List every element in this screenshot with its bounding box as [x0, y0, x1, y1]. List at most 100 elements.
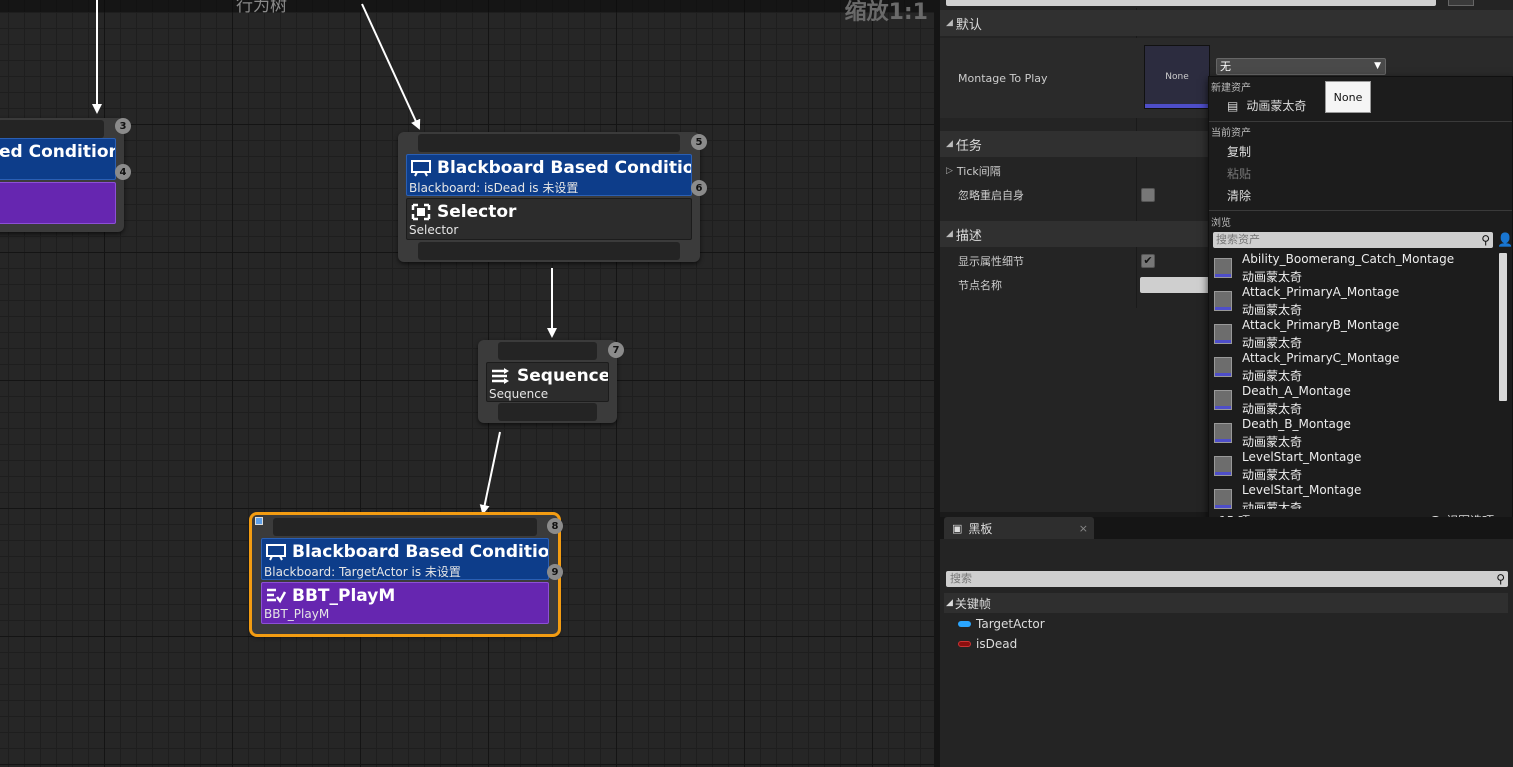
asset-picker-combo[interactable]: 无 ▼	[1216, 58, 1386, 75]
input-pin[interactable]	[0, 120, 104, 138]
user-filter-icon[interactable]: 👤	[1497, 233, 1513, 248]
list-item[interactable]: Death_A_Montage 动画蒙太奇	[1209, 383, 1499, 416]
node-wires	[92, 0, 557, 515]
section-label: 描述	[955, 228, 982, 244]
composite-subtitle: Sequence	[489, 387, 549, 401]
behavior-tree-graph[interactable]: 行为树 缩放1:1 ed Condition 3 4 Blackboard Ba…	[0, 0, 934, 767]
output-pin[interactable]	[418, 242, 680, 260]
key-name: isDead	[976, 637, 1018, 651]
execution-order-badge: 6	[691, 180, 707, 196]
montage-thumbnail-icon	[1214, 456, 1232, 476]
composite-title: Selector	[437, 202, 517, 222]
montage-thumbnail-icon	[1214, 423, 1232, 443]
playm-task-node[interactable]: Blackboard Based Condition Blackboard: T…	[249, 512, 561, 637]
decorator-block[interactable]: ed Condition	[0, 138, 116, 180]
list-item[interactable]: LevelStart_Montage 动画蒙太奇	[1209, 449, 1499, 482]
blackboard-search-input[interactable]: 搜索 ⚲	[946, 571, 1508, 587]
task-subtitle: BBT_PlayM	[264, 607, 330, 621]
montage-thumbnail-icon	[1214, 390, 1232, 410]
execution-order-badge: 4	[115, 164, 131, 180]
new-anim-montage-item[interactable]: ▤ 动画蒙太奇	[1227, 97, 1306, 114]
tab-blackboard[interactable]: ▣ 黑板 ×	[944, 517, 1094, 539]
tab-label: 黑板	[968, 521, 993, 536]
thumbnail-label: None	[1165, 72, 1189, 82]
decorator-subtitle: Blackboard: isDead is 未设置	[409, 181, 579, 195]
asset-search-input[interactable]: 搜索资产 ⚲	[1213, 232, 1493, 248]
composite-block[interactable]: Sequence Sequence	[486, 362, 609, 402]
list-item[interactable]: Attack_PrimaryB_Montage 动画蒙太奇	[1209, 317, 1499, 350]
sequence-node[interactable]: Sequence Sequence	[478, 340, 617, 423]
asset-type: 动画蒙太奇	[1242, 369, 1303, 383]
decorator-title: ed Condition	[0, 142, 116, 162]
property-label: 忽略重启自身	[958, 189, 1024, 202]
combo-value: 无	[1220, 60, 1231, 73]
asset-type: 动画蒙太奇	[1242, 303, 1303, 317]
blackboard-key-targetactor[interactable]: TargetActor	[958, 617, 1045, 631]
input-pin[interactable]	[498, 342, 597, 360]
task-icon	[266, 587, 286, 605]
decorator-subtitle: Blackboard: TargetActor is 未设置	[264, 565, 461, 579]
section-label: 默认	[955, 17, 982, 33]
ignore-restart-self-checkbox[interactable]	[1141, 188, 1155, 202]
composite-block[interactable]: Selector Selector	[406, 198, 692, 240]
output-pin[interactable]	[498, 403, 597, 421]
details-panel: ◢ 默认 Montage To Play None 无 ▼ ◢ 任务 ▷ Tic…	[940, 0, 1513, 536]
close-icon[interactable]: ×	[1079, 522, 1088, 535]
breakpoint-icon[interactable]	[255, 517, 263, 525]
show-property-details-checkbox[interactable]: ✔	[1141, 254, 1155, 268]
details-search-input[interactable]	[946, 0, 1436, 6]
new-asset-header: 新建资产	[1211, 83, 1251, 94]
collapse-triangle-icon: ◢	[946, 18, 953, 28]
wire-to-selector-node	[361, 3, 421, 130]
task-block[interactable]	[0, 182, 116, 224]
asset-type: 动画蒙太奇	[1242, 435, 1303, 449]
execution-order-badge: 3	[115, 118, 131, 134]
node-name-input[interactable]	[1140, 277, 1210, 293]
selector-node[interactable]: Blackboard Based Condition Blackboard: i…	[398, 132, 700, 262]
left-partial-node[interactable]: ed Condition	[0, 118, 124, 232]
asset-type: 动画蒙太奇	[1242, 468, 1303, 482]
list-item[interactable]: Ability_Boomerang_Catch_Montage 动画蒙太奇	[1209, 251, 1499, 284]
expand-triangle-icon[interactable]: ▷	[946, 166, 953, 176]
execution-order-badge: 9	[547, 564, 563, 580]
search-placeholder: 搜索资产	[1216, 233, 1260, 246]
clear-menu-item[interactable]: 清除	[1227, 187, 1251, 204]
list-item[interactable]: Attack_PrimaryA_Montage 动画蒙太奇	[1209, 284, 1499, 317]
behavior-tree-editor: 行为树 缩放1:1 ed Condition 3 4 Blackboard Ba…	[0, 0, 1513, 767]
composite-subtitle: Selector	[409, 223, 459, 237]
blackboard-icon: ▣	[952, 521, 963, 535]
asset-list-scrollbar[interactable]	[1499, 253, 1507, 401]
asset-thumbnail[interactable]: None	[1144, 45, 1210, 109]
decorator-block[interactable]: Blackboard Based Condition Blackboard: i…	[406, 154, 692, 196]
section-default[interactable]: ◢ 默认	[940, 10, 1513, 36]
collapse-triangle-icon: ◢	[946, 139, 953, 149]
property-label: 显示属性细节	[958, 255, 1024, 268]
wire-sequence-to-playm	[479, 431, 501, 515]
list-item[interactable]: Attack_PrimaryC_Montage 动画蒙太奇	[1209, 350, 1499, 383]
browse-header: 浏览	[1211, 218, 1231, 229]
paste-menu-item[interactable]: 粘贴	[1227, 165, 1251, 182]
decorator-block[interactable]: Blackboard Based Condition Blackboard: T…	[261, 538, 549, 580]
asset-name: LevelStart_Montage	[1242, 450, 1362, 464]
category-label: 关键帧	[954, 596, 991, 611]
copy-menu-item[interactable]: 复制	[1227, 143, 1251, 160]
decorator-title: Blackboard Based Condition	[292, 542, 549, 562]
montage-thumbnail-icon	[1214, 357, 1232, 377]
input-pin[interactable]	[418, 134, 680, 152]
montage-thumbnail-icon	[1214, 258, 1232, 278]
task-title: BBT_PlayM	[292, 586, 396, 606]
list-item[interactable]: Death_B_Montage 动画蒙太奇	[1209, 416, 1499, 449]
property-label: Montage To Play	[958, 71, 1048, 85]
search-icon: ⚲	[1481, 233, 1490, 247]
list-item[interactable]: LevelStart_Montage 动画蒙太奇	[1209, 482, 1499, 509]
blackboard-decorator-icon	[411, 159, 431, 177]
input-pin[interactable]	[273, 518, 537, 536]
execution-order-badge: 8	[547, 518, 563, 534]
asset-list: Ability_Boomerang_Catch_Montage 动画蒙太奇 At…	[1209, 251, 1499, 509]
task-block[interactable]: BBT_PlayM BBT_PlayM	[261, 582, 549, 624]
blackboard-key-isdead[interactable]: isDead	[958, 637, 1017, 651]
property-matrix-button[interactable]	[1448, 0, 1474, 6]
keys-category[interactable]: ◢ 关键帧	[944, 593, 1508, 613]
montage-thumbnail-icon	[1214, 291, 1232, 311]
blackboard-tabbar: ▣ 黑板 ×	[940, 517, 1513, 539]
